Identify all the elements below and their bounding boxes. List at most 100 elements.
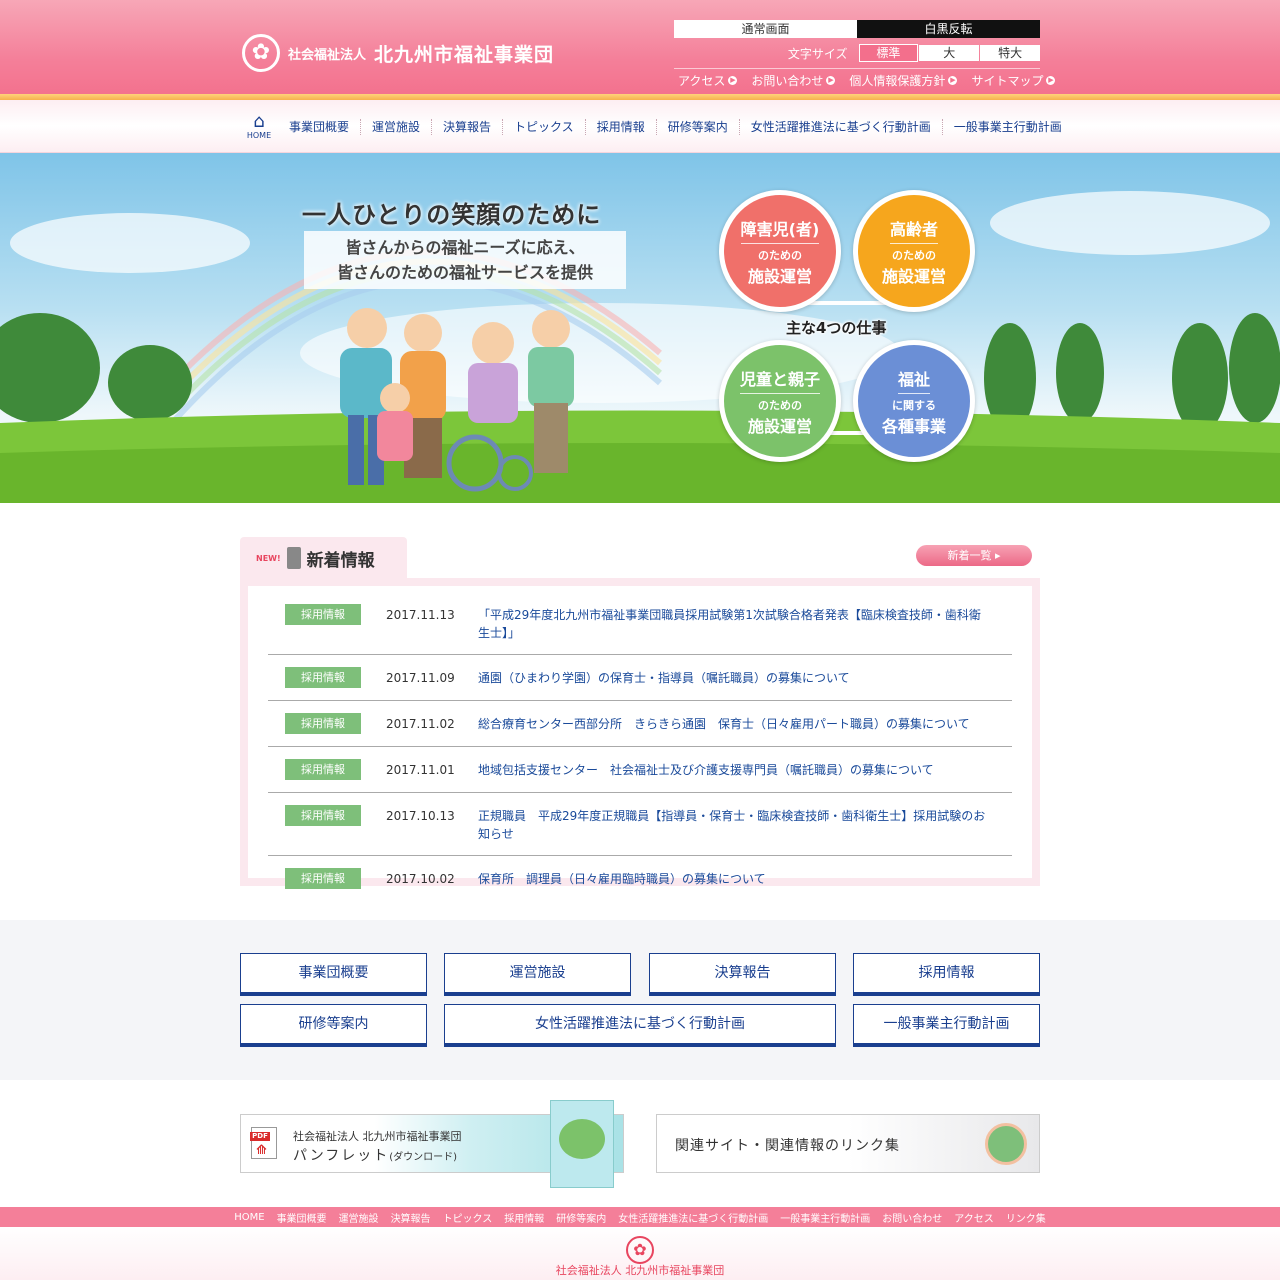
pamphlet-cover-image <box>550 1100 614 1188</box>
news-category-badge: 採用情報 <box>285 759 361 780</box>
divider <box>674 68 1040 69</box>
footer-link-facilities[interactable]: 運営施設 <box>339 1210 379 1225</box>
news-row: 採用情報 2017.11.01 地域包括支援センター 社会福祉士及び介護支援専門… <box>268 747 1012 793</box>
cherry-blossom-star-icon: ✿ <box>242 34 280 72</box>
contact-link[interactable]: お問い合わせ ▶ <box>751 72 836 89</box>
nav-home[interactable]: ⌂ HOME <box>240 113 278 141</box>
news-link[interactable]: 保育所 調理員（日々雇用臨時職員）の募集について <box>478 868 988 888</box>
footer-link-links[interactable]: リンク集 <box>1006 1210 1046 1225</box>
news-category-badge: 採用情報 <box>285 868 361 889</box>
news-link[interactable]: 総合療育センター西部分所 きらきら通園 保育士（日々雇用パート職員）の募集につい… <box>478 713 988 733</box>
footer-link-contact[interactable]: お問い合わせ <box>882 1210 942 1225</box>
nav-item-employer-plan[interactable]: 一般事業主行動計画 <box>941 118 1073 135</box>
related-links-banner[interactable]: 関連サイト・関連情報のリンク集 <box>656 1114 1040 1173</box>
related-links-title: 関連サイト・関連情報のリンク集 <box>675 1138 900 1154</box>
work-disabled-facility[interactable]: 障害児(者) のための 施設運営 <box>719 190 841 312</box>
news-row: 採用情報 2017.11.02 総合療育センター西部分所 きらきら通園 保育士（… <box>268 701 1012 747</box>
work-label: 主な4つの仕事 <box>786 319 887 337</box>
financial-button[interactable]: 決算報告 <box>649 953 836 996</box>
nav-item-facilities[interactable]: 運営施設 <box>360 118 431 135</box>
chevron-right-icon: ▶ <box>948 76 958 85</box>
news-date: 2017.11.01 <box>386 763 455 777</box>
news-all-button[interactable]: 新着一覧 ▸ <box>916 545 1032 566</box>
footer-link-overview[interactable]: 事業団概要 <box>277 1210 327 1225</box>
access-link[interactable]: アクセス ▶ <box>678 72 738 89</box>
nav-item-overview[interactable]: 事業団概要 <box>278 119 360 135</box>
work-welfare-projects[interactable]: 福祉 に関する 各種事業 <box>853 340 975 462</box>
news-category-badge: 採用情報 <box>285 604 361 625</box>
news-category-badge: 採用情報 <box>285 805 361 826</box>
news-link[interactable]: 「平成29年度北九州市福祉事業団職員採用試験第1次試験合格者発表【臨床検査技師・… <box>478 604 988 642</box>
news-date: 2017.11.09 <box>386 671 455 685</box>
site-header: ✿ 社会福祉法人 北九州市福祉事業団 通常画面 白黒反転 文字サイズ 標準 大 … <box>0 0 1280 100</box>
nav-item-training[interactable]: 研修等案内 <box>655 118 739 135</box>
hero-illustration <box>0 191 1280 503</box>
footer-link-topics[interactable]: トピックス <box>443 1210 493 1225</box>
news-date: 2017.11.13 <box>386 608 455 622</box>
nav-item-financial[interactable]: 決算報告 <box>431 118 502 135</box>
document-icon <box>286 547 301 569</box>
global-nav: ⌂ HOME 事業団概要 運営施設 決算報告 トピックス 採用情報 研修等案内 … <box>0 100 1280 153</box>
employer-plan-button[interactable]: 一般事業主行動計画 <box>853 1004 1040 1047</box>
nav-item-topics[interactable]: トピックス <box>502 118 585 135</box>
nav-item-women-plan[interactable]: 女性活躍推進法に基づく行動計画 <box>738 118 942 135</box>
footer-link-access[interactable]: アクセス <box>954 1210 994 1225</box>
footer-link-employer-plan[interactable]: 一般事業主行動計画 <box>780 1210 870 1225</box>
pdf-icon: PDF ⟰ <box>250 1127 277 1159</box>
recruit-button[interactable]: 採用情報 <box>853 953 1040 996</box>
facilities-button[interactable]: 運営施設 <box>444 953 631 996</box>
cherry-blossom-star-icon: ✿ <box>626 1236 654 1264</box>
font-size-label: 文字サイズ <box>787 46 848 61</box>
footer-link-women-plan[interactable]: 女性活躍推進法に基づく行動計画 <box>618 1210 768 1225</box>
chevron-right-icon: ▶ <box>1046 76 1056 85</box>
news-header-tab: NEW! 新着情報 <box>240 537 407 579</box>
work-child-facility[interactable]: 児童と親子 のための 施設運営 <box>719 340 841 462</box>
font-size-xlarge-button[interactable]: 特大 <box>980 45 1040 61</box>
quick-links-area <box>0 920 1280 1080</box>
footer-nav: HOME 事業団概要 運営施設 決算報告 トピックス 採用情報 研修等案内 女性… <box>0 1207 1280 1227</box>
view-normal-button[interactable]: 通常画面 <box>674 20 857 38</box>
news-link[interactable]: 地域包括支援センター 社会福祉士及び介護支援専門員（嘱託職員）の募集について <box>478 759 988 779</box>
footer-link-home[interactable]: HOME <box>234 1212 264 1223</box>
hero-banner: 一人ひとりの笑顔のために 皆さんからの福祉ニーズに応え、 皆さんのための福祉サー… <box>0 153 1280 503</box>
chevron-right-icon: ▶ <box>728 76 738 85</box>
globe-people-icon <box>985 1123 1027 1165</box>
footer-link-training[interactable]: 研修等案内 <box>556 1210 606 1225</box>
footer-org-name: 社会福祉法人 北九州市福祉事業団 <box>555 1264 725 1277</box>
news-category-badge: 採用情報 <box>285 713 361 734</box>
font-size-switcher: 文字サイズ 標準 大 特大 <box>674 44 1040 62</box>
news-link[interactable]: 通園（ひまわり学園）の保育士・指導員（嘱託職員）の募集について <box>478 667 988 687</box>
news-date: 2017.10.13 <box>386 809 455 823</box>
overview-button[interactable]: 事業団概要 <box>240 953 427 996</box>
utility-links: アクセス ▶ お問い合わせ ▶ 個人情報保護方針 ▶ サイトマップ ▶ <box>678 72 1056 89</box>
pamphlet-title: パンフレット(ダウンロード) <box>293 1148 458 1164</box>
sitemap-link[interactable]: サイトマップ ▶ <box>971 72 1056 89</box>
work-elderly-facility[interactable]: 高齢者 のための 施設運営 <box>853 190 975 312</box>
news-list-box: 採用情報 2017.11.13 「平成29年度北九州市福祉事業団職員採用試験第1… <box>240 578 1040 889</box>
nav-item-recruit[interactable]: 採用情報 <box>584 118 656 135</box>
site-logo[interactable]: ✿ 社会福祉法人 北九州市福祉事業団 <box>242 34 554 72</box>
news-link[interactable]: 正規職員 平成29年度正規職員【指導員・保育士・臨床検査技師・歯科衛生士】採用試… <box>478 805 988 843</box>
new-badge: NEW! <box>256 553 281 563</box>
training-button[interactable]: 研修等案内 <box>240 1004 427 1047</box>
news-title: 新着情報 <box>306 550 375 571</box>
news-date: 2017.10.02 <box>386 872 455 886</box>
news-row: 採用情報 2017.10.13 正規職員 平成29年度正規職員【指導員・保育士・… <box>268 793 1012 856</box>
news-date: 2017.11.02 <box>386 717 455 731</box>
hero-catch-main: 一人ひとりの笑顔のために <box>302 201 602 229</box>
font-size-standard-button[interactable]: 標準 <box>858 44 919 62</box>
news-row: 採用情報 2017.11.09 通園（ひまわり学園）の保育士・指導員（嘱託職員）… <box>268 655 1012 701</box>
footer-link-recruit[interactable]: 採用情報 <box>504 1210 544 1225</box>
news-row: 採用情報 2017.10.02 保育所 調理員（日々雇用臨時職員）の募集について <box>268 856 1012 901</box>
view-invert-button[interactable]: 白黒反転 <box>857 20 1040 38</box>
news-row: 採用情報 2017.11.13 「平成29年度北九州市福祉事業団職員採用試験第1… <box>268 592 1012 655</box>
news-category-badge: 採用情報 <box>285 667 361 688</box>
pamphlet-org: 社会福祉法人 北九州市福祉事業団 <box>293 1130 462 1143</box>
org-prefix: 社会福祉法人 <box>288 47 367 63</box>
org-name: 北九州市福祉事業団 <box>374 43 555 66</box>
footer-link-financial[interactable]: 決算報告 <box>391 1210 431 1225</box>
privacy-policy-link[interactable]: 個人情報保護方針 ▶ <box>849 72 958 89</box>
women-plan-button[interactable]: 女性活躍推進法に基づく行動計画 <box>444 1004 836 1047</box>
children-faces-icon <box>559 1119 605 1159</box>
font-size-large-button[interactable]: 大 <box>919 45 980 61</box>
